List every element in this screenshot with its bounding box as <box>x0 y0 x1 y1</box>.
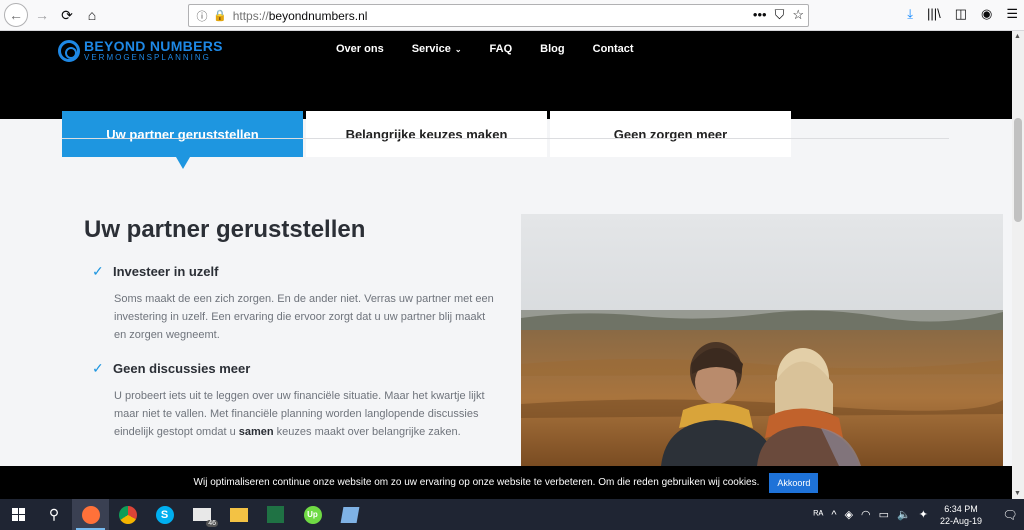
nav-blog[interactable]: Blog <box>540 43 564 55</box>
mail-badge: 46 <box>206 520 218 527</box>
taskbar-notes[interactable] <box>331 499 368 530</box>
url-text[interactable]: https://beyondnumbers.nl <box>233 9 368 23</box>
checkmark-icon: ✓ <box>92 360 104 376</box>
nav-over-ons[interactable]: Over ons <box>336 43 384 55</box>
search-icon[interactable]: ⚲ <box>36 506 72 523</box>
feature-body-text-end: keuzes maakt over belangrijke zaken. <box>273 426 461 438</box>
tab-list: Uw partner geruststellen Belangrijke keu… <box>62 111 791 169</box>
browser-toolbar: ← → ⟳ ⌂ ⓘ 🔒 https://beyondnumbers.nl •••… <box>0 0 1024 31</box>
dropbox-icon[interactable]: ✦ <box>919 508 928 521</box>
page-scrollbar[interactable]: ▲ ▼ <box>1012 31 1024 499</box>
info-icon[interactable]: ⓘ <box>195 8 209 24</box>
logo-title: BEYOND NUMBERS <box>84 38 223 54</box>
cookie-accept-button[interactable]: Akkoord <box>769 472 819 493</box>
forward-button[interactable]: → <box>31 4 53 26</box>
site-header: BEYOND NUMBERS VERMOGENSPLANNING Over on… <box>0 31 1012 169</box>
feature-body: U probeert iets uit te leggen over uw fi… <box>114 387 494 441</box>
back-button[interactable]: ← <box>4 3 28 27</box>
feature-item: ✓ Investeer in uzelf Soms maakt de een z… <box>92 263 494 344</box>
cookie-banner: Wij optimaliseren continue onze website … <box>0 466 1012 499</box>
tab-divider <box>62 138 949 139</box>
logo-subtitle: VERMOGENSPLANNING <box>84 53 211 62</box>
download-icon[interactable]: ⤓ <box>907 6 913 22</box>
volume-icon[interactable]: 🔈 <box>897 508 911 521</box>
couple-in-field-photo <box>521 214 1003 466</box>
main-nav: Over ons Service ⌄ FAQ Blog Contact <box>336 43 634 55</box>
scroll-up-icon[interactable]: ▲ <box>1014 33 1021 40</box>
page-actions-icon[interactable]: ••• <box>753 7 767 23</box>
bookmark-star-icon[interactable]: ☆ <box>792 7 804 23</box>
people-icon[interactable]: ᴿᴬ <box>813 509 823 521</box>
scroll-down-icon[interactable]: ▼ <box>1014 490 1021 497</box>
windows-taskbar: ⚲ S 46 Up ᴿᴬ ^ ◈ ◠ ▭ 🔈 ✦ 6:34 PM 22-Aug-… <box>0 499 1024 530</box>
notes-icon <box>340 506 359 523</box>
sidebar-icon[interactable]: ◫ <box>955 6 967 22</box>
notification-icon[interactable]: 🗨 <box>996 508 1024 522</box>
cookie-text: Wij optimaliseren continue onze website … <box>193 477 760 488</box>
taskbar-skype[interactable]: S <box>146 499 183 530</box>
scrollbar-thumb[interactable] <box>1014 118 1022 222</box>
excel-icon <box>267 506 284 523</box>
nav-contact[interactable]: Contact <box>593 43 634 55</box>
chevron-down-icon: ⌄ <box>454 45 462 54</box>
wifi-icon[interactable]: ◠ <box>861 508 871 521</box>
feature-body: Soms maakt de een zich zorgen. En de and… <box>114 293 494 341</box>
logo-mark-icon <box>58 39 80 62</box>
system-tray: ᴿᴬ ^ ◈ ◠ ▭ 🔈 ✦ 6:34 PM 22-Aug-19 🗨 <box>813 499 1024 530</box>
checkmark-icon: ✓ <box>92 263 104 279</box>
library-icon[interactable]: |||\ <box>927 6 941 22</box>
feature-title: Investeer in uzelf <box>113 264 219 279</box>
antivirus-icon[interactable]: ◈ <box>845 508 853 521</box>
tab-belangrijke-keuzes-maken[interactable]: Belangrijke keuzes maken <box>306 111 547 157</box>
taskbar-file-explorer[interactable] <box>220 499 257 530</box>
url-scheme: https:// <box>232 8 269 23</box>
url-bar[interactable]: ⓘ 🔒 https://beyondnumbers.nl ••• ⛉ ☆ <box>188 4 809 27</box>
start-button[interactable] <box>0 499 36 530</box>
clock-date: 22-Aug-19 <box>939 515 982 526</box>
pocket-icon[interactable]: ⛉ <box>775 7 785 23</box>
photo-illustration <box>521 214 1003 466</box>
chrome-icon <box>118 505 137 524</box>
nav-faq[interactable]: FAQ <box>490 43 513 55</box>
firefox-icon <box>81 505 100 524</box>
feature-item: ✓ Geen discussies meer U probeert iets u… <box>92 360 494 441</box>
site-logo[interactable]: BEYOND NUMBERS VERMOGENSPLANNING <box>58 39 223 62</box>
taskbar-mail[interactable]: 46 <box>183 499 220 530</box>
feature-body-emphasis: samen <box>238 426 274 438</box>
menu-icon[interactable]: ☰ <box>1006 6 1018 22</box>
taskbar-upwork[interactable]: Up <box>294 499 331 530</box>
tab-uw-partner-geruststellen[interactable]: Uw partner geruststellen <box>62 111 303 169</box>
url-host: beyondnumbers.nl <box>268 8 368 23</box>
show-hidden-icons-icon[interactable]: ^ <box>831 509 836 521</box>
windows-logo-icon <box>11 508 25 521</box>
feature-title: Geen discussies meer <box>113 361 251 376</box>
nav-service-label: Service <box>411 43 451 55</box>
account-icon[interactable]: ◉ <box>981 6 992 22</box>
section-title: Uw partner geruststellen <box>84 216 366 243</box>
lock-icon[interactable]: 🔒 <box>213 9 227 22</box>
reload-button[interactable]: ⟳ <box>56 4 78 26</box>
taskbar-excel[interactable] <box>257 499 294 530</box>
skype-icon: S <box>155 505 174 524</box>
taskbar-firefox[interactable] <box>72 499 109 530</box>
nav-service[interactable]: Service ⌄ <box>412 43 462 55</box>
battery-icon[interactable]: ▭ <box>879 508 889 521</box>
clock[interactable]: 6:34 PM 22-Aug-19 <box>940 503 982 527</box>
clock-time: 6:34 PM <box>944 503 978 514</box>
home-button[interactable]: ⌂ <box>81 4 103 26</box>
upwork-icon: Up <box>303 505 322 524</box>
tab-geen-zorgen-meer[interactable]: Geen zorgen meer <box>550 111 791 157</box>
folder-icon <box>229 507 248 522</box>
taskbar-chrome[interactable] <box>109 499 146 530</box>
